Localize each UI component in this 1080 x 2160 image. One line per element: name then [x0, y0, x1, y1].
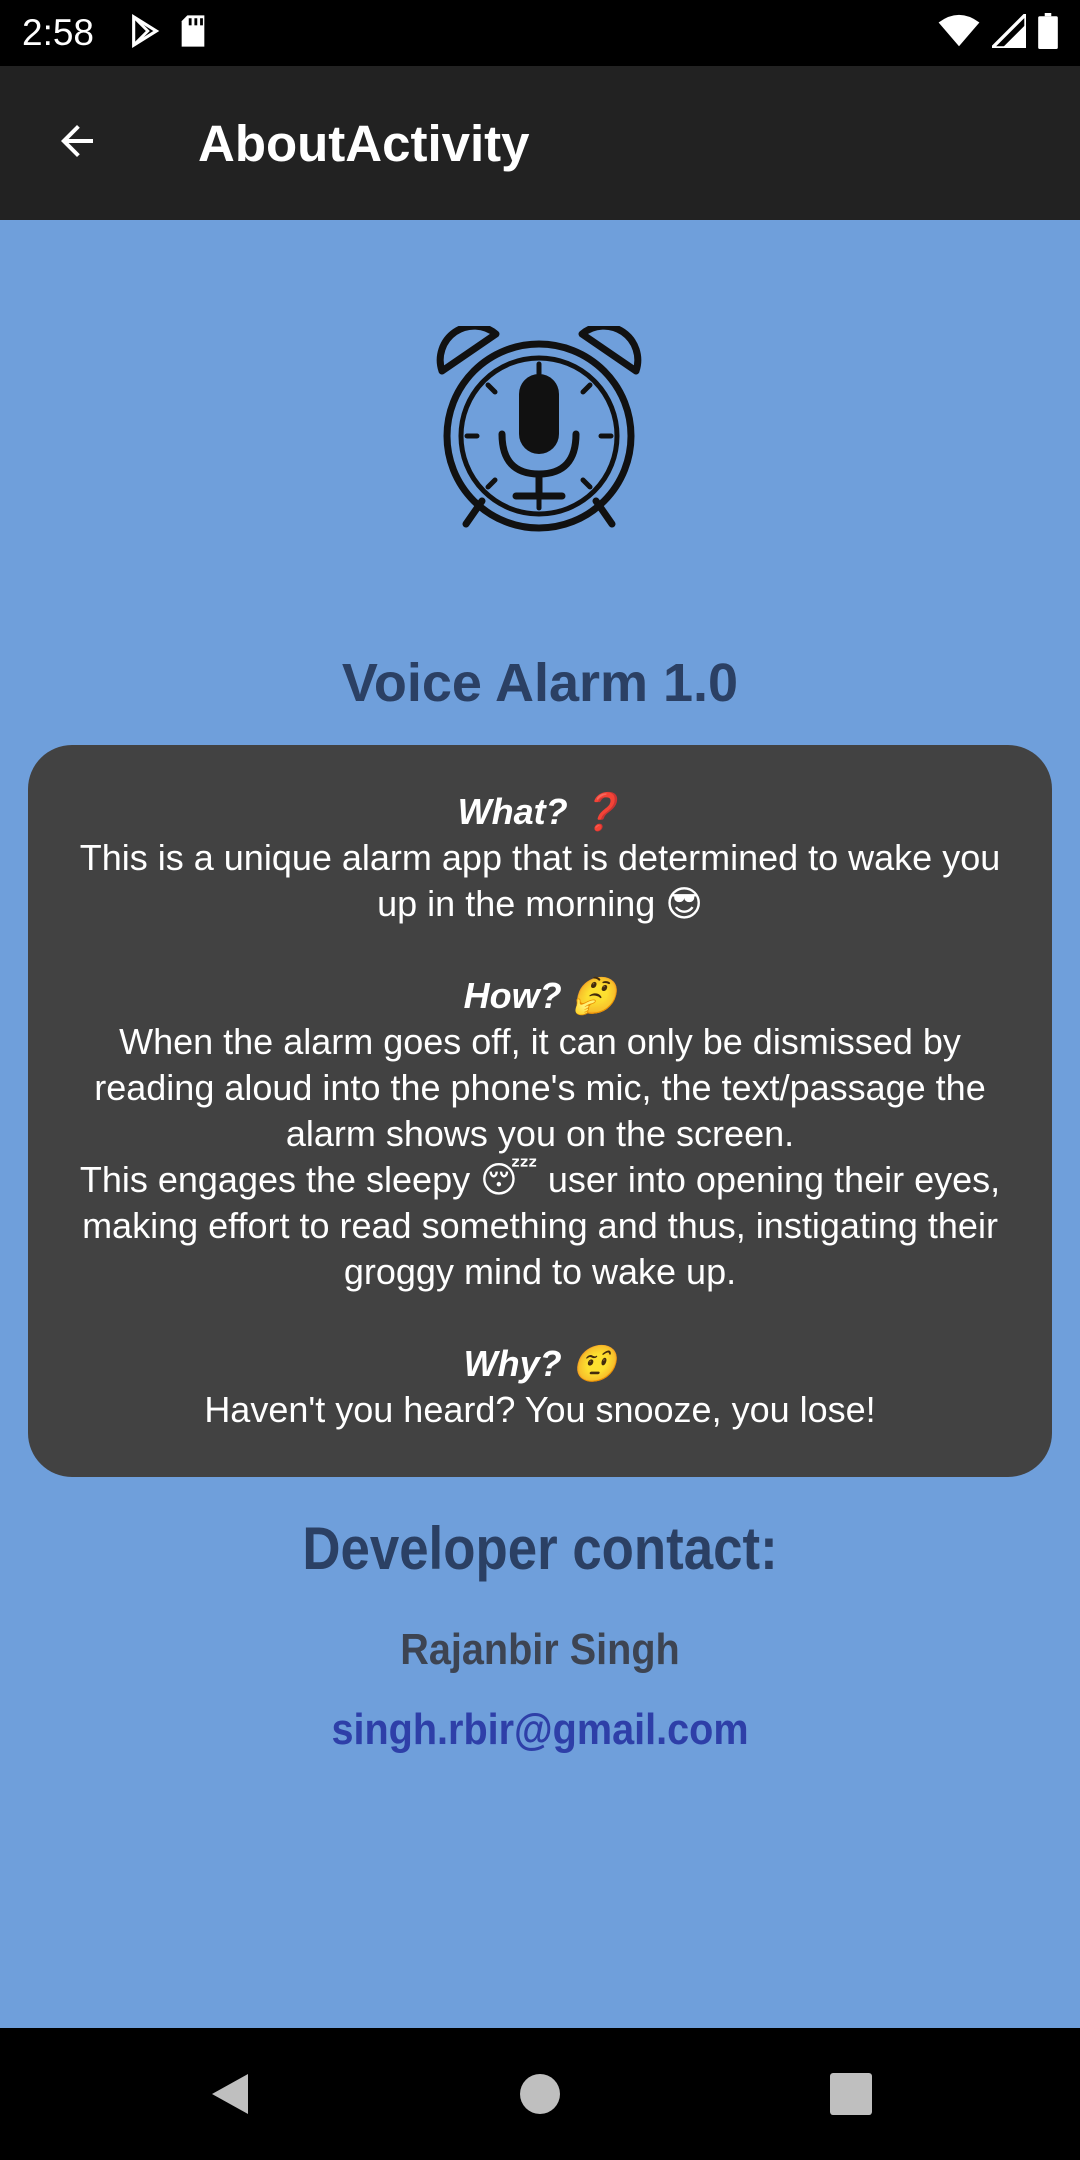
what-question: What? ❓ [457, 791, 623, 832]
developer-name: Rajanbir Singh [400, 1625, 680, 1674]
wifi-icon [938, 14, 980, 53]
home-circle-icon [518, 2072, 562, 2121]
play-store-icon [128, 13, 162, 53]
arrow-back-icon [53, 117, 101, 170]
nav-home-button[interactable] [500, 2056, 580, 2136]
battery-icon [1038, 12, 1058, 54]
nav-back-button[interactable] [190, 2056, 270, 2136]
about-screen: 2:58 AboutActivity Voice Alarm 1.0 What?… [0, 0, 1080, 2160]
recents-square-icon [830, 2072, 872, 2120]
back-triangle-icon [208, 2070, 252, 2123]
navigation-bar [0, 2028, 1080, 2160]
sd-card-icon [178, 14, 208, 53]
how-question: How? 🤔 [463, 975, 617, 1016]
how-answer-1: When the alarm goes off, it can only be … [94, 1021, 986, 1154]
app-bar-title: AboutActivity [198, 114, 530, 172]
why-question: Why? 🤨 [463, 1343, 617, 1384]
back-button[interactable] [38, 104, 116, 182]
app-bar: AboutActivity [0, 66, 1080, 220]
developer-contact-heading: Developer contact: [302, 1515, 778, 1582]
developer-email-link[interactable]: singh.rbir@gmail.com [54, 1705, 1026, 1755]
info-card: What? ❓ This is a unique alarm app that … [28, 745, 1052, 1477]
alarm-clock-microphone-icon [434, 322, 644, 536]
how-answer-2: This engages the sleepy 😴 user into open… [79, 1159, 1001, 1292]
app-name-version: Voice Alarm 1.0 [341, 653, 739, 713]
status-bar: 2:58 [0, 0, 1080, 66]
status-time: 2:58 [22, 12, 95, 53]
what-answer: This is a unique alarm app that is deter… [79, 837, 1001, 924]
nav-recents-button[interactable] [811, 2056, 891, 2136]
signal-icon [987, 9, 1028, 53]
why-answer: Haven't you heard? You snooze, you lose! [204, 1389, 876, 1430]
